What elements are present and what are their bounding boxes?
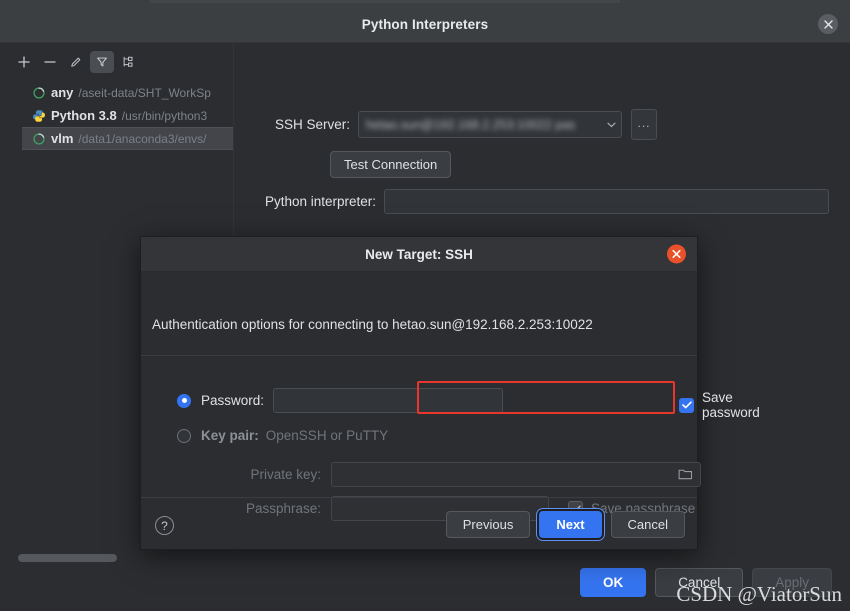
keypair-radio[interactable] — [177, 428, 191, 443]
modal-title: New Target: SSH — [365, 246, 473, 262]
interpreter-name: Python 3.8 — [51, 108, 117, 123]
private-key-row: Private key: — [221, 462, 701, 487]
ssh-server-select[interactable]: hetao.sun@192.168.2.253:10022 pas — [358, 111, 622, 138]
help-button[interactable]: ? — [155, 516, 174, 535]
window-button-bar: OK Cancel Apply — [0, 553, 850, 611]
password-label: Password: — [201, 393, 265, 408]
modal-body: Authentication options for connecting to… — [141, 272, 760, 549]
interpreter-toolbar — [0, 43, 233, 79]
chevron-down-icon — [601, 122, 621, 128]
plus-icon — [18, 56, 30, 68]
test-connection-row: Test Connection — [330, 151, 850, 178]
tree-icon — [123, 56, 132, 67]
modal-close-button[interactable] — [667, 244, 686, 264]
close-icon — [823, 19, 833, 29]
save-password-label: Save password — [702, 390, 760, 420]
window-close-button[interactable] — [818, 14, 838, 34]
private-key-label: Private key: — [250, 467, 321, 482]
list-item[interactable]: any /aseit-data/SHT_WorkSp — [0, 81, 233, 104]
interpreter-name: vlm — [51, 131, 74, 146]
python-interpreter-label: Python interpreter: — [264, 194, 376, 209]
password-input[interactable] — [273, 388, 504, 413]
add-interpreter-button[interactable] — [12, 51, 36, 73]
ok-button[interactable]: OK — [579, 567, 647, 597]
show-tree-button[interactable] — [116, 51, 140, 73]
modal-button-bar: Previous Next Cancel — [445, 511, 685, 538]
previous-button[interactable]: Previous — [445, 511, 531, 538]
modal-divider-bottom — [141, 497, 697, 498]
ssh-server-row: SSH Server: hetao.sun@192.168.2.253:1002… — [245, 109, 850, 140]
list-item-selected[interactable]: vlm /data1/anaconda3/envs/ — [22, 127, 233, 150]
passphrase-label: Passphrase: — [245, 501, 321, 516]
save-password-checkbox[interactable] — [679, 397, 694, 413]
ssh-server-value: hetao.sun@192.168.2.253:10022 pas — [366, 117, 576, 132]
modal-divider-top — [141, 355, 697, 356]
background-window-toolbar-strip — [150, 0, 620, 3]
python-interpreter-input[interactable] — [384, 189, 829, 214]
modal-cancel-button[interactable]: Cancel — [610, 511, 685, 538]
python-interpreters-window: Python Interpreters any /aseit-data/SHT_… — [0, 6, 850, 611]
close-icon — [672, 249, 681, 259]
edit-interpreter-button[interactable] — [64, 51, 88, 73]
python-icon — [33, 109, 45, 122]
ssh-server-label: SSH Server: — [274, 117, 350, 132]
apply-button: Apply — [752, 567, 832, 597]
private-key-input — [331, 462, 701, 487]
keypair-hint: OpenSSH or PuTTY — [265, 428, 389, 443]
python-interpreter-row: Python interpreter: — [245, 189, 850, 214]
list-item[interactable]: Python 3.8 /usr/bin/python3 — [0, 104, 233, 127]
modal-titlebar: New Target: SSH — [141, 237, 697, 272]
window-title: Python Interpreters — [361, 16, 489, 32]
password-radio[interactable] — [177, 393, 191, 408]
interpreter-path: /data1/anaconda3/envs/ — [78, 131, 207, 146]
filter-interpreters-button[interactable] — [90, 51, 114, 73]
ssh-server-browse-button[interactable]: ... — [631, 109, 657, 140]
check-icon — [681, 401, 692, 409]
cancel-button[interactable]: Cancel — [655, 567, 744, 597]
minus-icon — [44, 61, 56, 63]
modal-description: Authentication options for connecting to… — [152, 317, 593, 332]
remove-interpreter-button[interactable] — [38, 51, 62, 73]
test-connection-button[interactable]: Test Connection — [330, 151, 452, 178]
folder-icon[interactable] — [678, 467, 693, 484]
interpreter-path: /aseit-data/SHT_WorkSp — [78, 85, 211, 100]
password-row: Password: — [177, 388, 504, 413]
next-button[interactable]: Next — [539, 511, 602, 538]
save-password-row[interactable]: Save password — [679, 390, 760, 420]
conda-env-icon — [33, 132, 45, 145]
keypair-row: Key pair: OpenSSH or PuTTY — [177, 428, 388, 443]
window-titlebar: Python Interpreters — [0, 6, 850, 43]
pencil-icon — [71, 57, 81, 67]
keypair-label: Key pair: — [201, 428, 259, 443]
window-body: any /aseit-data/SHT_WorkSp Python 3.8 /u… — [0, 43, 850, 611]
interpreter-name: any — [51, 85, 74, 100]
filter-icon — [97, 57, 107, 67]
conda-env-icon — [33, 86, 45, 99]
new-target-ssh-dialog: New Target: SSH Authentication options f… — [140, 236, 760, 550]
interpreter-path: /usr/bin/python3 — [121, 108, 208, 123]
